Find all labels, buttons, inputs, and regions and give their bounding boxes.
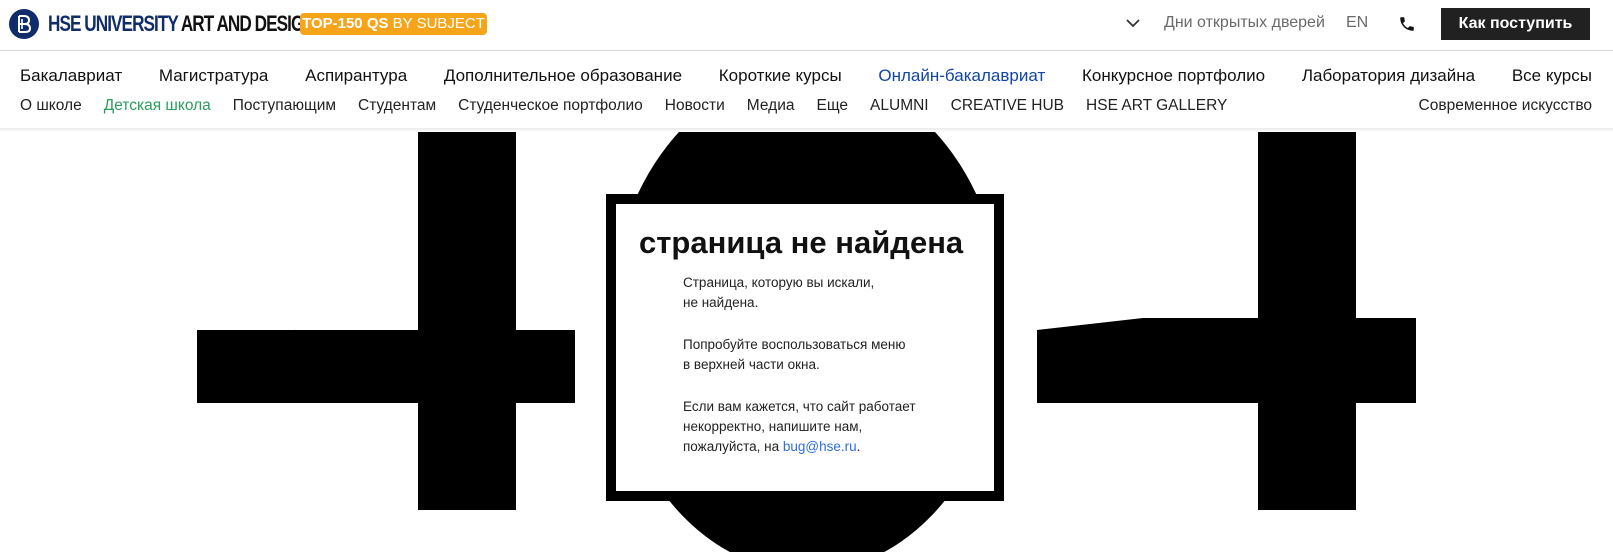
qs-ranking-badge[interactable]: TOP-150 QS BY SUBJECT xyxy=(300,13,487,35)
logo-secondary: ART AND DESIGN xyxy=(180,11,316,36)
subnav-item-art-gallery[interactable]: HSE ART GALLERY xyxy=(1086,96,1227,116)
nav-item-bachelor[interactable]: Бакалавриат xyxy=(20,65,122,87)
main-nav: Бакалавриат Магистратура Аспирантура Доп… xyxy=(20,65,1592,87)
nav-item-additional-education[interactable]: Дополнительное образование xyxy=(444,65,682,87)
subnav-item-kids-school[interactable]: Детская школа xyxy=(104,96,211,116)
message-line: Если вам кажется, что сайт работает xyxy=(683,399,916,414)
digit-four-left-counter xyxy=(295,132,418,330)
language-switch[interactable]: EN xyxy=(1346,13,1368,33)
message-paragraph-1: Страница, которую вы искали, не найдена. xyxy=(683,273,983,313)
subnav-item-media[interactable]: Медиа xyxy=(747,96,795,116)
nav-item-competition-portfolio[interactable]: Конкурсное портфолио xyxy=(1082,65,1265,87)
badge-strong: TOP-150 QS xyxy=(302,15,389,32)
error-message: Страница, которую вы искали, не найдена.… xyxy=(683,273,983,479)
nav-item-all-courses[interactable]: Все курсы xyxy=(1512,65,1592,87)
open-days-link[interactable]: Дни открытых дверей xyxy=(1164,13,1325,33)
nav-item-online-bachelor[interactable]: Онлайн-бакалавриат xyxy=(878,65,1045,87)
message-paragraph-3: Если вам кажется, что сайт работает неко… xyxy=(683,397,983,457)
subnav-item-about[interactable]: О школе xyxy=(20,96,82,116)
apply-button[interactable]: Как поступить xyxy=(1441,8,1590,40)
subnav-item-student-portfolio[interactable]: Студенческое портфолио xyxy=(458,96,643,116)
message-line: Страница, которую вы искали, xyxy=(683,275,875,290)
hse-logo-icon[interactable] xyxy=(9,9,39,39)
subnav-item-alumni[interactable]: ALUMNI xyxy=(870,96,929,116)
not-found-card: страница не найдена Страница, которую вы… xyxy=(606,194,1004,501)
logo-primary: HSE UNIVERSITY xyxy=(48,11,179,36)
message-line: не найдена. xyxy=(683,295,759,310)
site-logo-text[interactable]: HSE UNIVERSITY ART AND DESIGN xyxy=(48,11,316,37)
phone-icon[interactable] xyxy=(1398,15,1416,33)
subnav-item-more[interactable]: Еще xyxy=(817,96,849,116)
nav-item-postgraduate[interactable]: Аспирантура xyxy=(305,65,407,87)
support-email-link[interactable]: bug@hse.ru xyxy=(783,439,857,454)
subnav-item-students[interactable]: Студентам xyxy=(358,96,436,116)
nav-item-short-courses[interactable]: Короткие курсы xyxy=(719,65,842,87)
message-line: пожалуйста, на xyxy=(683,439,783,454)
digit-four-right-counter xyxy=(1135,132,1258,318)
page-title: страница не найдена xyxy=(639,225,964,260)
chevron-down-icon[interactable] xyxy=(1125,15,1141,31)
sub-nav: О школе Детская школа Поступающим Студен… xyxy=(20,96,1592,116)
message-paragraph-2: Попробуйте воспользоваться меню в верхне… xyxy=(683,335,983,375)
nav-item-design-lab[interactable]: Лаборатория дизайна xyxy=(1302,65,1475,87)
subnav-item-creative-hub[interactable]: CREATIVE HUB xyxy=(951,96,1064,116)
message-line: Попробуйте воспользоваться меню xyxy=(683,337,906,352)
subnav-item-applicants[interactable]: Поступающим xyxy=(233,96,336,116)
nav-item-master[interactable]: Магистратура xyxy=(159,65,269,87)
message-line: в верхней части окна. xyxy=(683,357,820,372)
subnav-item-news[interactable]: Новости xyxy=(665,96,725,116)
message-punctuation: . xyxy=(856,439,861,454)
badge-rest: BY SUBJECT xyxy=(392,15,485,32)
not-found-card-body: страница не найдена Страница, которую вы… xyxy=(616,204,994,491)
top-header: HSE UNIVERSITY ART AND DESIGN TOP-150 QS… xyxy=(0,0,1613,51)
message-line: некорректно, напишите нам, xyxy=(683,419,863,434)
subnav-item-contemporary-art[interactable]: Современное искусство xyxy=(1419,96,1592,116)
